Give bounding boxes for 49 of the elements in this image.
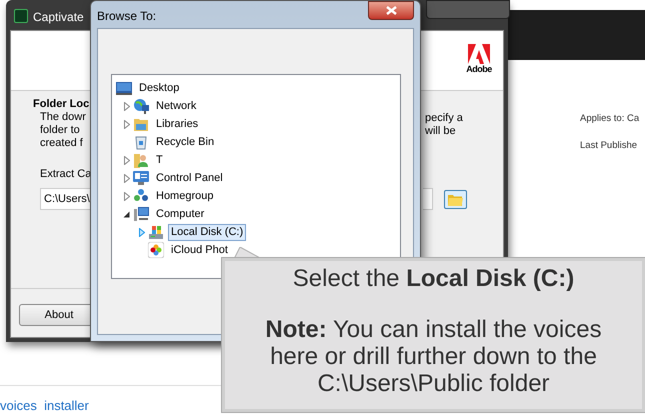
panel-icon (133, 170, 149, 186)
app-icon (14, 9, 28, 23)
tree-item[interactable]: iCloud Phot (168, 242, 231, 258)
description-text: pecify a (425, 112, 463, 125)
callout-title: Select the Local Disk (C:) (292, 264, 574, 294)
description-text: will be (425, 125, 457, 138)
browse-button[interactable] (444, 190, 467, 209)
section-title: Folder Loc (33, 97, 90, 112)
path-field[interactable]: C:\Users\ (40, 188, 92, 210)
expand-arrow-icon[interactable] (124, 102, 130, 110)
callout-note: Note: You can install the voices here or drill further down to the C:\Users\Public folder (265, 316, 602, 397)
close-icon (386, 6, 396, 15)
close-button[interactable] (368, 1, 414, 20)
logo-text: Adobe (466, 64, 492, 74)
tree-item[interactable]: Libraries (153, 116, 202, 132)
tree-item[interactable]: Recycle Bin (153, 134, 218, 150)
bin-icon (133, 134, 149, 150)
description-text: The dowr (40, 111, 86, 124)
collapse-arrow-icon[interactable] (123, 210, 130, 218)
tree-item[interactable]: Network (153, 98, 200, 114)
expand-arrow-icon[interactable] (124, 156, 130, 164)
folder-icon (133, 116, 149, 132)
tree-item[interactable]: Homegroup (153, 188, 216, 204)
monitor-icon (116, 80, 132, 96)
last-published-text: Last Publishe (580, 139, 638, 153)
drive-icon (148, 224, 164, 240)
tree-item[interactable]: Computer (153, 206, 208, 222)
spheres-icon (133, 188, 149, 204)
tree-item[interactable]: Control Panel (153, 170, 226, 186)
dialog-title: Browse To: (97, 8, 156, 25)
computer-icon (133, 206, 149, 222)
flower-icon (148, 242, 164, 258)
window-title: Captivate (33, 9, 84, 26)
tree-item[interactable]: Desktop (136, 80, 182, 96)
description-text: created f (40, 137, 84, 150)
expand-arrow-icon[interactable] (124, 192, 130, 200)
description-text: folder to (40, 124, 81, 137)
tree-item[interactable]: T (153, 152, 166, 168)
installer-link[interactable]: voices installer (0, 398, 89, 414)
globe-monitor-icon (133, 98, 149, 114)
path-field-edge (423, 188, 433, 210)
adobe-logo-icon (468, 44, 490, 64)
user-folder-icon (133, 152, 149, 168)
tree-item[interactable]: Local Disk (C:) (168, 224, 246, 240)
applies-to-text: Applies to: Ca (580, 112, 640, 126)
expand-arrow-icon[interactable] (138, 228, 144, 236)
expand-arrow-icon[interactable] (124, 120, 130, 128)
folder-icon (448, 194, 463, 206)
expand-arrow-icon[interactable] (124, 174, 130, 182)
